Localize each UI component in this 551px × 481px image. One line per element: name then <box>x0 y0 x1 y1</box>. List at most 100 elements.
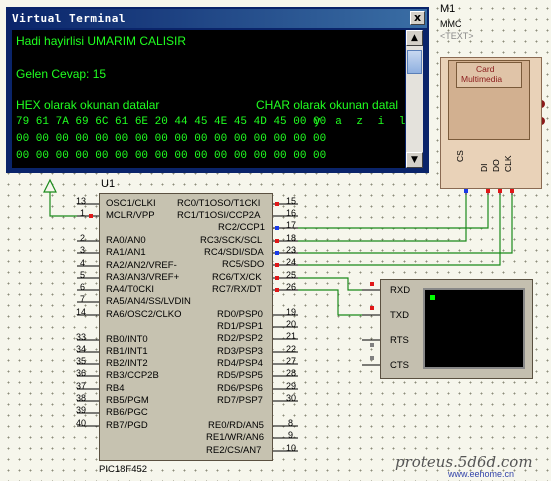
pin-name: RC4/SDI/SDA <box>204 247 264 258</box>
pin-name: RD5/PSP5 <box>217 370 263 381</box>
terminal-pin-label: RXD <box>390 285 411 296</box>
terminal-line-char-header: CHAR olarak okunan datal <box>256 98 399 112</box>
pin-name: RD7/PSP7 <box>217 395 263 406</box>
pin-name: RD0/PSP0 <box>217 309 263 320</box>
pin-number: 29 <box>286 381 297 391</box>
mcu-part: PIC18F452 <box>99 464 148 475</box>
pin-number: 26 <box>286 282 297 292</box>
mmc-card-label: Multimedia <box>461 74 503 84</box>
pin-name: RC7/RX/DT <box>212 284 263 295</box>
pin-name: RD2/PSP2 <box>217 333 263 344</box>
pin-name: RD6/PSP6 <box>217 383 263 394</box>
pin-name: RC3/SCK/SCL <box>200 235 263 246</box>
pin-state-marker <box>89 214 93 218</box>
pin-number: 22 <box>286 344 297 354</box>
pin-number: 19 <box>286 307 297 317</box>
terminal-scrollbar[interactable]: ▲ ▼ <box>406 30 423 168</box>
pin-name: RD1/PSP1 <box>217 321 263 332</box>
pin-number: 23 <box>286 245 297 255</box>
pin-number: 34 <box>76 344 87 354</box>
pin-name: RC5/SDO <box>222 259 265 270</box>
pin-number: 40 <box>76 418 87 428</box>
pin-name: RA6/OSC2/CLKO <box>106 309 182 320</box>
pin-name: RB0/INT0 <box>106 334 148 345</box>
pin-name: RC6/TX/CK <box>212 272 262 283</box>
pin-number: 4 <box>80 258 86 268</box>
mmc-ref: M1 <box>440 3 456 15</box>
pin-state-marker <box>275 239 279 243</box>
pin-name: RC2/CCP1 <box>218 222 265 233</box>
mmc-pin-label: DO <box>491 159 501 172</box>
virtual-terminal-window[interactable]: Virtual Terminal x Hadi hayirlisi UMARIM… <box>6 7 429 173</box>
pin-name: RB2/INT2 <box>106 358 148 369</box>
pin-number: 17 <box>286 220 297 230</box>
power-arrow-icon <box>43 178 57 193</box>
pin-number: 3 <box>80 245 86 255</box>
pin-name: RA2/AN2/VREF- <box>106 260 177 271</box>
pin-number: 10 <box>286 443 297 453</box>
pin-state-marker <box>275 226 279 230</box>
terminal-char-row: y a z i l a n D <box>314 116 405 128</box>
pin-number: 39 <box>76 405 87 415</box>
pin-number: 25 <box>286 270 297 280</box>
terminal-pin-label: TXD <box>390 310 409 321</box>
pin-number: 21 <box>286 331 297 341</box>
pin-number: 7 <box>80 294 86 304</box>
pin-name: RB5/PGM <box>106 395 149 406</box>
pin-state-marker <box>370 306 374 310</box>
pin-number: 33 <box>76 332 87 342</box>
pin-name: RA4/T0CKI <box>106 284 155 295</box>
pin-number: 13 <box>76 196 87 206</box>
scroll-down-button[interactable]: ▼ <box>406 152 423 168</box>
pin-number: 28 <box>286 368 297 378</box>
pin-name: RE1/WR/AN6 <box>206 432 265 443</box>
pin-state-marker <box>275 263 279 267</box>
terminal-line: Hadi hayirlisi UMARIM CALISIR <box>16 34 187 48</box>
terminal-pin-label: CTS <box>390 360 409 371</box>
terminal-hex-row: 79 61 7A 69 6C 61 6E 20 44 45 4E 45 4D 4… <box>16 116 327 128</box>
pin-state-marker <box>370 356 374 360</box>
scroll-thumb[interactable] <box>407 50 422 74</box>
terminal-screen[interactable]: Hadi hayirlisi UMARIM CALISIR Gelen Ceva… <box>12 30 405 168</box>
pin-number: 36 <box>76 368 87 378</box>
terminal-titlebar[interactable]: Virtual Terminal x <box>8 9 427 28</box>
close-button[interactable]: x <box>410 11 425 25</box>
pin-number: 6 <box>80 282 86 292</box>
pin-number: 30 <box>286 393 297 403</box>
pin-state-marker <box>275 202 279 206</box>
pin-name: RB6/PGC <box>106 407 148 418</box>
pin-name: MCLR/VPP <box>106 210 155 221</box>
pin-name: RB3/CCP2B <box>106 370 159 381</box>
pin-name: RD3/PSP3 <box>217 346 263 357</box>
pin-name: RC1/T1OSI/CCP2A <box>177 210 261 221</box>
pin-number: 35 <box>76 356 87 366</box>
mmc-part: MMC <box>440 19 462 29</box>
pin-number: 2 <box>80 233 86 243</box>
mmc-pin-label: DI <box>479 163 489 173</box>
pin-state-marker <box>510 189 514 193</box>
pin-name: OSC1/CLKI <box>106 198 156 209</box>
pin-state-marker <box>370 282 374 286</box>
pin-name: RA0/AN0 <box>106 235 146 246</box>
pin-number: 37 <box>76 381 87 391</box>
pin-number: 20 <box>286 319 297 329</box>
pin-name: RB4 <box>106 383 125 394</box>
pin-number: 15 <box>286 196 297 206</box>
mmc-pin-label: CS <box>455 150 465 162</box>
scroll-up-button[interactable]: ▲ <box>406 30 423 46</box>
pin-name: RE0/RD/AN5 <box>208 420 264 431</box>
watermark-site: www.eehome.cn <box>448 469 515 479</box>
pin-number: 1 <box>80 208 86 218</box>
terminal-component-screen <box>423 288 525 369</box>
pin-number: 8 <box>288 418 294 428</box>
terminal-hex-row: 00 00 00 00 00 00 00 00 00 00 00 00 00 0… <box>16 150 327 162</box>
terminal-title: Virtual Terminal <box>12 12 126 25</box>
pin-name: RB1/INT1 <box>106 346 148 357</box>
mcu-ref: U1 <box>101 178 116 190</box>
pin-number: 9 <box>288 430 294 440</box>
pin-number: 18 <box>286 233 297 243</box>
pin-state-marker <box>464 189 468 193</box>
pin-state-marker <box>486 189 490 193</box>
mmc-pin-label: CLK <box>503 155 513 172</box>
pin-number: 27 <box>286 356 297 366</box>
